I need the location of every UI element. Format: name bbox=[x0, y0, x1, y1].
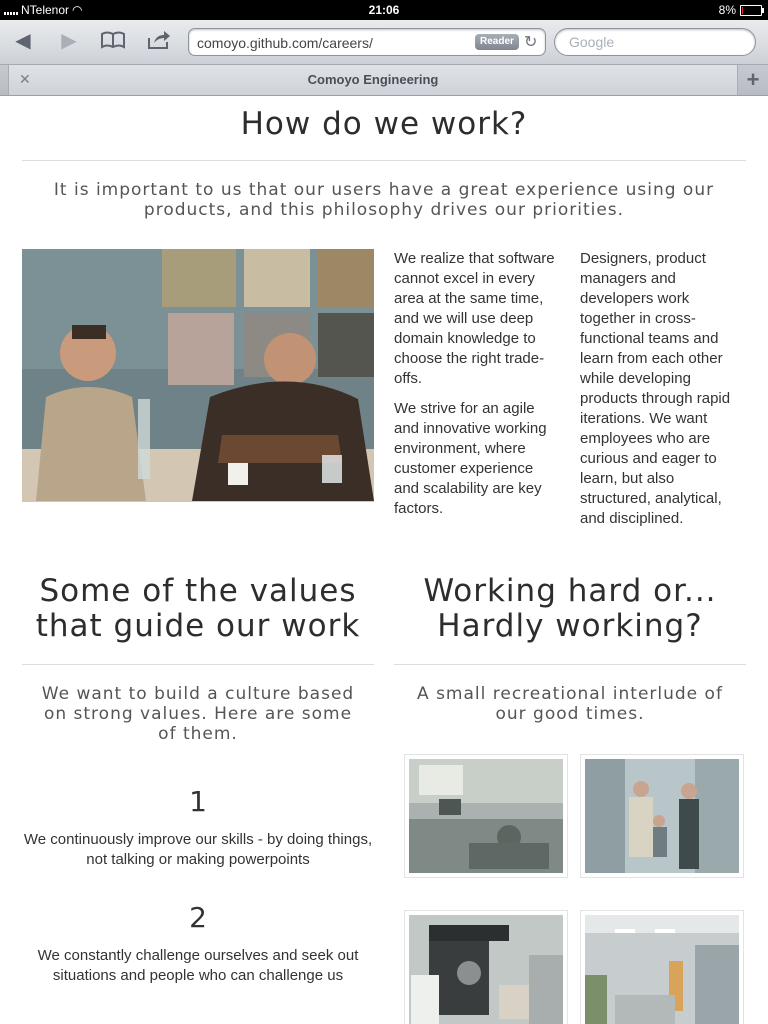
battery-indicator: 8% bbox=[718, 3, 764, 17]
value-number: 2 bbox=[189, 901, 207, 934]
book-icon bbox=[101, 31, 125, 49]
divider bbox=[22, 664, 374, 665]
bookmarks-button[interactable] bbox=[100, 30, 126, 52]
forward-button[interactable]: ▶ bbox=[56, 30, 82, 52]
work-column-1: We realize that software cannot excel in… bbox=[394, 249, 560, 529]
fun-intro: A small recreational interlude of our go… bbox=[417, 684, 723, 724]
reload-icon[interactable]: ↻ bbox=[524, 32, 537, 52]
fun-heading: Working hard or... Hardly working? bbox=[423, 573, 717, 644]
work-paragraph: We realize that software cannot excel in… bbox=[394, 250, 555, 387]
tab-comoyo-engineering[interactable]: ✕ Comoyo Engineering bbox=[8, 65, 738, 95]
search-bar[interactable] bbox=[554, 28, 756, 56]
clock: 21:06 bbox=[368, 3, 400, 17]
team-photo bbox=[22, 249, 374, 502]
new-tab-button[interactable]: + bbox=[740, 67, 766, 93]
address-bar[interactable]: comoyo.github.com/careers/ Reader ↻ bbox=[188, 28, 546, 56]
value-text: We constantly challenge ourselves and se… bbox=[37, 947, 359, 984]
work-intro: It is important to us that our users hav… bbox=[53, 180, 715, 220]
work-heading: How do we work? bbox=[240, 106, 528, 142]
gallery-photo[interactable] bbox=[580, 754, 744, 878]
work-column-2: Designers, product managers and develope… bbox=[580, 249, 746, 539]
back-button[interactable]: ◀ bbox=[10, 30, 36, 52]
page-content: How do we work? It is important to us th… bbox=[0, 96, 768, 1024]
browser-toolbar: ◀ ▶ comoyo.github.com/careers/ Reader ↻ bbox=[0, 20, 768, 65]
reader-button[interactable]: Reader bbox=[475, 34, 519, 50]
share-button[interactable] bbox=[146, 30, 172, 52]
tab-title: Comoyo Engineering bbox=[307, 72, 439, 87]
work-paragraph: We strive for an agile and innovative wo… bbox=[394, 400, 547, 517]
gallery-photo[interactable] bbox=[404, 910, 568, 1024]
search-input[interactable] bbox=[567, 33, 741, 51]
divider bbox=[22, 160, 746, 161]
share-icon bbox=[148, 31, 170, 49]
gallery-photo[interactable] bbox=[404, 754, 568, 878]
url-text: comoyo.github.com/careers/ bbox=[197, 35, 373, 51]
gallery-photo[interactable] bbox=[580, 910, 744, 1024]
work-paragraph: Designers, product managers and develope… bbox=[580, 250, 731, 527]
values-heading: Some of the values that guide our work bbox=[35, 573, 361, 644]
divider bbox=[394, 664, 746, 665]
tab-bar: ✕ Comoyo Engineering + bbox=[0, 65, 768, 96]
value-text: We continuously improve our skills - by … bbox=[23, 831, 373, 868]
battery-icon bbox=[740, 4, 764, 16]
values-intro: We want to build a culture based on stro… bbox=[41, 684, 355, 744]
battery-label: 8% bbox=[718, 3, 736, 17]
value-number: 1 bbox=[189, 785, 207, 818]
status-bar: NTelenor ◠ 21:06 8% bbox=[0, 0, 768, 20]
